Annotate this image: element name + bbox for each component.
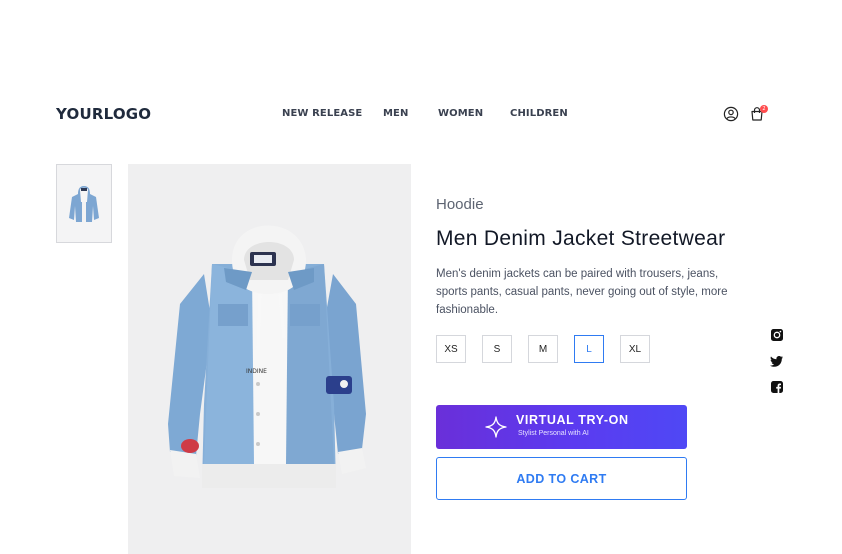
cart-count-badge: 2 (760, 105, 768, 113)
nav-children[interactable]: CHILDREN (510, 108, 568, 119)
virtual-try-on-label: VIRTUAL TRY-ON (516, 413, 629, 427)
svg-text:INDINE: INDINE (246, 368, 267, 375)
sparkle-icon (485, 416, 507, 438)
denim-jacket-thumbnail[interactable] (56, 164, 112, 243)
virtual-try-on-button[interactable]: VIRTUAL TRY-ON Stylist Personal with AI (436, 405, 687, 449)
instagram-icon[interactable] (770, 328, 784, 342)
size-option-s[interactable]: S (482, 335, 512, 363)
denim-jacket-thumbnail-image (69, 185, 99, 222)
nav-men[interactable]: MEN (383, 108, 408, 119)
product-title: Men Denim Jacket Streetwear (436, 227, 726, 250)
size-option-m[interactable]: M (528, 335, 558, 363)
user-icon[interactable] (723, 106, 739, 122)
main-nav: NEW RELEASE MEN WOMEN CHILDREN (0, 108, 842, 122)
facebook-icon[interactable] (770, 380, 784, 394)
twitter-icon[interactable] (770, 354, 784, 368)
denim-jacket-photo: INDINE (168, 225, 366, 488)
size-option-xl[interactable]: XL (620, 335, 650, 363)
add-to-cart-button[interactable]: ADD TO CART (436, 457, 687, 500)
nav-new-release[interactable]: NEW RELEASE (282, 108, 362, 119)
size-option-xs[interactable]: XS (436, 335, 466, 363)
virtual-try-on-sublabel: Stylist Personal with AI (518, 430, 589, 437)
product-category: Hoodie (436, 196, 484, 213)
size-option-l[interactable]: L (574, 335, 604, 363)
product-main-image: INDINE (128, 164, 411, 554)
nav-women[interactable]: WOMEN (438, 108, 483, 119)
product-description: Men's denim jackets can be paired with t… (436, 268, 728, 316)
